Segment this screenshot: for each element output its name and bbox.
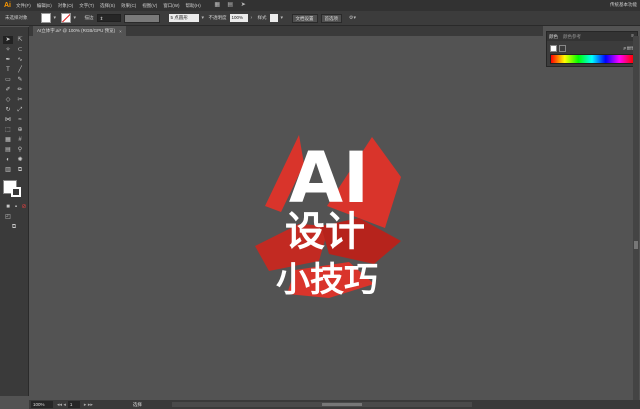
artboard-nav-next-icons[interactable]: ▸ ▸▸ [84, 402, 93, 408]
artboard-number-field[interactable]: 1 [67, 401, 80, 408]
type-tool-icon[interactable]: T [3, 66, 13, 74]
graph-tool-icon[interactable]: ▥ [3, 166, 13, 174]
style-swatch[interactable] [269, 14, 278, 22]
pen-tool-icon[interactable]: ✒ [3, 56, 13, 64]
scissors-icon[interactable]: ✂ [15, 96, 25, 104]
brush-dropdown-icon[interactable]: ▾ [202, 15, 206, 21]
draw-normal-icon[interactable]: ◰ [3, 213, 13, 221]
free-transform-icon[interactable]: ⬚ [3, 126, 13, 134]
lasso-icon[interactable]: ⊂ [15, 46, 25, 54]
gradient-tool-icon[interactable]: ▤ [3, 146, 13, 154]
workspace-switcher[interactable]: 传统基本功能 [610, 2, 637, 8]
symbol-sprayer-icon[interactable]: ✺ [15, 156, 25, 164]
horizontal-scrollbar[interactable] [171, 402, 472, 407]
eyedropper-icon[interactable]: ⚲ [15, 146, 25, 154]
artboard-tool-icon[interactable]: ⧉ [15, 166, 25, 174]
control-bar: 未选择对象 ▾ ▾ 描边 ⇕ 5 点圆形 ▾ 不透明度 100% › 样式 ▾ … [0, 11, 640, 26]
tools-panel: ➤ ⇱ ✧ ⊂ ✒ ∿ T ╱ ▭ ✎ ✐ ✏ ◇ ✂ ↻ ⤢ ⋈ ≈ ⬚ ⊕ … [0, 27, 29, 396]
opacity-arrow-icon[interactable]: › [251, 15, 255, 21]
status-bar: 100% ◂◂ ◂ 1 ▸ ▸▸ 选择 [29, 400, 640, 409]
tab-color[interactable]: 颜色 [549, 34, 558, 40]
menu-bar: Ai 文件(F) 编辑(E) 对象(O) 文字(T) 选择(S) 效果(C) 视… [0, 0, 640, 11]
stroke-weight-field[interactable]: ⇕ [96, 14, 121, 22]
scale-tool-icon[interactable]: ⤢ [15, 106, 25, 114]
mesh-tool-icon[interactable]: # [15, 136, 25, 144]
arrange-documents-icon[interactable]: ▤ [226, 2, 235, 9]
stroke-label: 描边 [84, 15, 94, 20]
document-tab-bar: AI立体字.ai* @ 100% (RGB/GPU 预览) × [29, 26, 543, 36]
width-tool-icon[interactable]: ⋈ [3, 116, 13, 124]
none-mode-icon[interactable]: ⊘ [19, 203, 29, 211]
tab-color-guide[interactable]: 颜色参考 [563, 34, 581, 40]
perspective-grid-icon[interactable]: ▦ [3, 136, 13, 144]
rotate-tool-icon[interactable]: ↻ [3, 106, 13, 114]
menu-help[interactable]: 帮助(H) [186, 3, 201, 9]
fill-dropdown-icon[interactable]: ▾ [54, 15, 58, 21]
line-tool-icon[interactable]: ╱ [15, 66, 25, 74]
menu-window[interactable]: 窗口(W) [163, 3, 179, 9]
paintbrush-icon[interactable]: ✎ [15, 76, 25, 84]
document-title: AI立体字.ai* @ 100% (RGB/GPU 预览) [37, 28, 116, 33]
style-dropdown-icon[interactable]: ▾ [281, 15, 285, 21]
shaper-tool-icon[interactable]: ✐ [3, 86, 13, 94]
brush-definition[interactable]: 5 点圆形 [168, 14, 199, 22]
magic-wand-icon[interactable]: ✧ [3, 46, 13, 54]
stroke-swatch[interactable] [60, 13, 71, 23]
current-tool-status: 选择 [132, 401, 142, 407]
menu-object[interactable]: 对象(O) [58, 3, 74, 9]
menu-effect[interactable]: 效果(C) [121, 3, 136, 9]
opacity-label: 不透明度 [208, 15, 227, 20]
zoom-field[interactable]: 100% [31, 401, 53, 408]
artwork-line-ai: AI [289, 137, 369, 219]
artboard-canvas[interactable]: AI 设计 小技巧 [29, 36, 633, 400]
preferences-button[interactable]: 首选项 [320, 13, 342, 23]
color-panel: 颜色 颜色参考 ≡ # ffffff [546, 31, 638, 67]
rectangle-tool-icon[interactable]: ▭ [3, 76, 13, 84]
warp-tool-icon[interactable]: ≈ [15, 116, 25, 124]
selection-status: 未选择对象 [5, 15, 28, 20]
send-icon[interactable]: ➤ [239, 2, 248, 9]
menu-file[interactable]: 文件(F) [16, 3, 31, 9]
artwork-line-tips: 小技巧 [276, 260, 378, 300]
bridge-icon[interactable]: ▦ [213, 2, 222, 9]
menu-select[interactable]: 选择(S) [100, 3, 115, 9]
hex-label: # [623, 45, 626, 51]
document-setup-button[interactable]: 文档设置 [291, 13, 318, 23]
stroke-dropdown-icon[interactable]: ▾ [74, 15, 78, 21]
screen-mode-icon[interactable]: ⧉ [9, 223, 19, 231]
style-label: 样式 [257, 15, 267, 20]
scrollbar-thumb[interactable] [634, 241, 638, 249]
menu-view[interactable]: 视图(V) [142, 3, 157, 9]
panel-fill-swatch[interactable] [550, 44, 557, 52]
pencil-icon[interactable]: ✏ [15, 86, 25, 94]
variable-width-profile[interactable] [123, 13, 160, 23]
opacity-field[interactable]: 100% [229, 14, 248, 22]
artwork-line-design: 设计 [285, 209, 365, 255]
panel-stroke-swatch[interactable] [559, 44, 566, 52]
blend-tool-icon[interactable]: ◐ [3, 156, 13, 164]
menu-type[interactable]: 文字(T) [79, 3, 94, 9]
document-tab[interactable]: AI立体字.ai* @ 100% (RGB/GPU 预览) × [33, 26, 126, 36]
stroke-color-box[interactable] [11, 187, 21, 197]
color-spectrum[interactable] [550, 54, 634, 64]
eraser-icon[interactable]: ◇ [3, 96, 13, 104]
curvature-tool-icon[interactable]: ∿ [15, 56, 25, 64]
artboard-nav-icons[interactable]: ◂◂ ◂ [57, 402, 66, 408]
app-logo: Ai [4, 2, 11, 9]
menu-edit[interactable]: 编辑(E) [37, 3, 52, 9]
shape-builder-icon[interactable]: ⊕ [15, 126, 25, 134]
close-icon[interactable]: × [119, 29, 122, 34]
direct-selection-tool-icon[interactable]: ⇱ [15, 36, 25, 44]
artwork: AI 设计 小技巧 [255, 135, 401, 300]
fill-swatch[interactable] [40, 13, 51, 23]
vertical-scrollbar[interactable] [633, 36, 639, 400]
arrange-icon[interactable]: ⚙▾ [349, 15, 361, 21]
selection-tool-icon[interactable]: ➤ [3, 36, 13, 44]
